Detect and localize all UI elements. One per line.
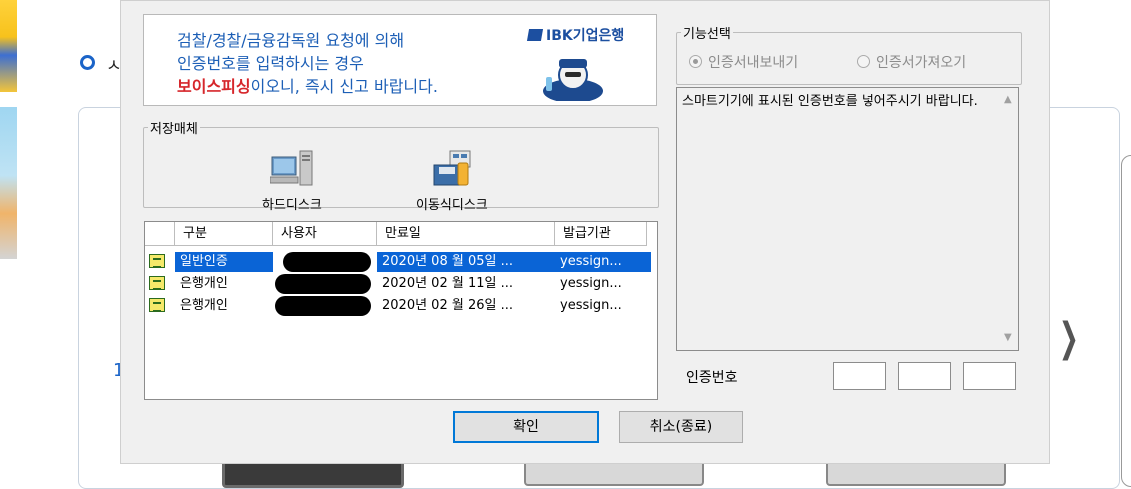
column-header-user[interactable]: 사용자 (273, 222, 377, 246)
cert-type: 은행개인 (180, 276, 228, 291)
certificate-export-dialog: 검찰/경찰/금융감독원 요청에 의해 인증번호를 입력하시는 경우 보이스피싱이… (120, 0, 1050, 464)
cert-issuer: yessign... (560, 276, 622, 291)
certificate-icon (149, 254, 165, 268)
instruction-text: 스마트기기에 표시된 인증번호를 넣어주시기 바랍니다. (682, 94, 978, 109)
cert-expiry: 2020년 02 월 26일 ... (382, 298, 513, 313)
auth-number-field-2[interactable] (898, 362, 951, 390)
auth-number-field-1[interactable] (833, 362, 886, 390)
import-certificate-label: 인증서가져오기 (876, 55, 967, 71)
redacted-user (275, 274, 371, 294)
side-panel (1121, 155, 1131, 487)
function-select-legend: 기능선택 (683, 27, 731, 42)
storage-media-group: 저장매체 하드디스크 이동식디스크 (143, 118, 659, 213)
storage-media-legend: 저장매체 (150, 122, 198, 137)
cert-type: 은행개인 (180, 298, 228, 313)
scroll-up-icon[interactable]: ▲ (1004, 94, 1012, 105)
ok-button[interactable]: 확인 (453, 411, 599, 443)
certificate-icon (149, 276, 165, 290)
certificate-list[interactable]: 구분 사용자 만료일 발급기관 일반인증 2020년 08 월 05일 ... … (144, 221, 658, 400)
column-header-icon[interactable] (145, 222, 175, 246)
redacted-user (275, 296, 371, 316)
function-select-group: 기능선택 인증서내보내기 인증서가져오기 (676, 23, 1022, 85)
chevron-right-icon[interactable]: ❯ (1059, 318, 1079, 358)
cert-expiry: 2020년 08 월 05일 ... (377, 252, 555, 272)
ibk-logo: IBK기업은행 (526, 25, 625, 45)
banner-thumbnail[interactable] (0, 0, 17, 92)
cert-type: 일반인증 (175, 252, 273, 272)
table-row[interactable]: 일반인증 2020년 08 월 05일 ... yessign... (145, 252, 657, 272)
hard-disk-option[interactable]: 하드디스크 (262, 149, 322, 213)
scroll-down-icon[interactable]: ▼ (1004, 332, 1012, 343)
removable-disk-icon (433, 150, 471, 186)
vertical-scrollbar[interactable]: ▲ ▼ (1000, 88, 1018, 350)
section-bullet-icon (80, 55, 95, 70)
cert-user (273, 252, 377, 272)
table-row[interactable]: 은행개인 2020년 02 월 11일 ... yessign... (145, 274, 657, 294)
export-certificate-radio[interactable]: 인증서내보내기 (689, 52, 798, 72)
removable-disk-option[interactable]: 이동식디스크 (416, 149, 488, 213)
cancel-button[interactable]: 취소(종료) (619, 411, 743, 443)
ibk-logo-icon (526, 29, 544, 41)
auth-number-label: 인증번호 (686, 370, 738, 386)
certificate-icon (149, 298, 165, 312)
redacted-user (283, 252, 371, 272)
export-certificate-label: 인증서내보내기 (708, 55, 799, 71)
instruction-textarea[interactable]: 스마트기기에 표시된 인증번호를 넣어주시기 바랍니다. ▲ ▼ (676, 87, 1019, 351)
radio-checked-icon (689, 55, 702, 68)
cert-user (273, 296, 377, 316)
hard-disk-label: 하드디스크 (262, 198, 322, 213)
hard-disk-icon (269, 150, 313, 186)
radio-unchecked-icon (857, 55, 870, 68)
table-row[interactable]: 은행개인 2020년 02 월 26일 ... yessign... (145, 296, 657, 316)
voice-phishing-warning-banner: 검찰/경찰/금융감독원 요청에 의해 인증번호를 입력하시는 경우 보이스피싱이… (143, 14, 657, 106)
warning-emphasis: 보이스피싱 (177, 77, 251, 96)
cert-expiry: 2020년 02 월 11일 ... (382, 276, 513, 291)
column-header-expiry[interactable]: 만료일 (377, 222, 555, 246)
column-header-type[interactable]: 구분 (175, 222, 273, 246)
removable-disk-label: 이동식디스크 (416, 198, 488, 213)
warning-line-1: 검찰/경찰/금융감독원 요청에 의해 (177, 31, 405, 50)
cert-user (273, 274, 377, 294)
bank-brand-name: IBK기업은행 (546, 28, 625, 44)
mascot-icon (543, 59, 603, 101)
cert-issuer: yessign... (555, 252, 651, 272)
import-certificate-radio[interactable]: 인증서가져오기 (857, 52, 966, 72)
column-header-issuer[interactable]: 발급기관 (555, 222, 647, 246)
warning-line-3-text: 이오니, 즉시 신고 바랍니다. (250, 77, 438, 96)
warning-line-2: 인증번호를 입력하시는 경우 (177, 54, 364, 73)
cert-issuer: yessign... (560, 298, 622, 313)
auth-number-field-3[interactable] (963, 362, 1016, 390)
banner-thumbnail[interactable] (0, 107, 17, 259)
warning-line-3: 보이스피싱이오니, 즉시 신고 바랍니다. (177, 76, 438, 98)
